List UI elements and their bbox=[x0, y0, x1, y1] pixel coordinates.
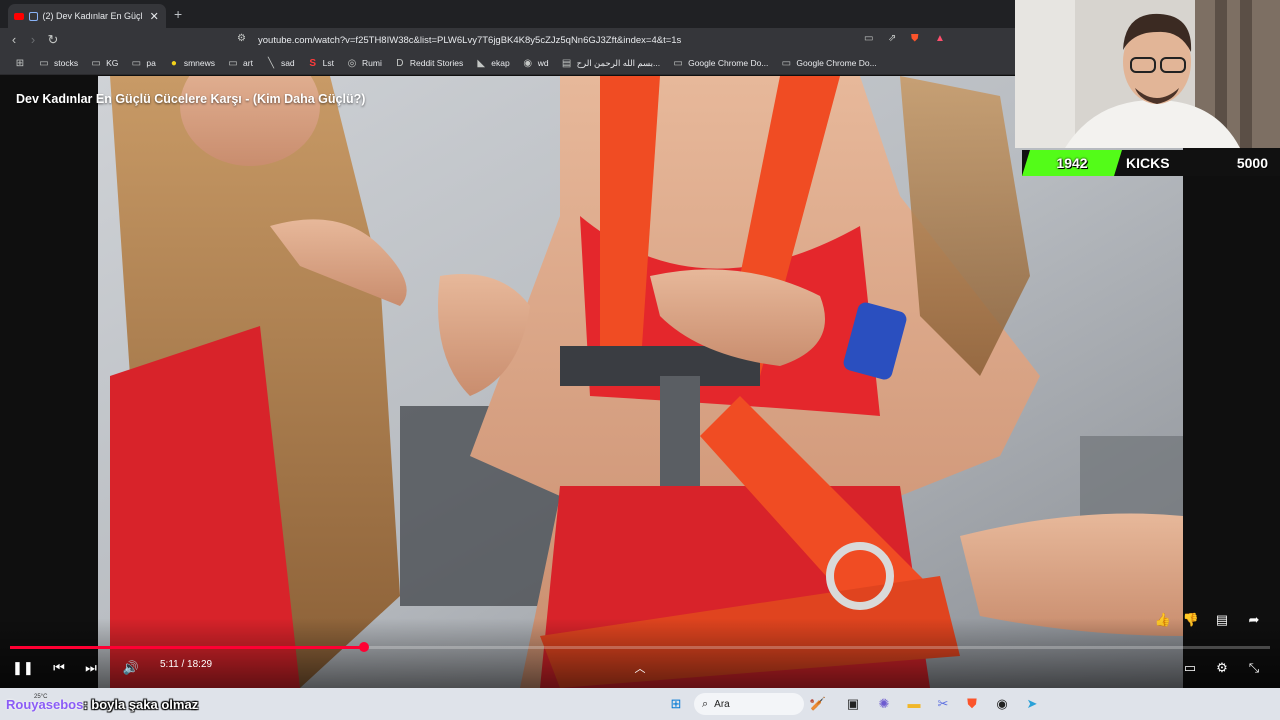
page-icon: ▤ bbox=[561, 57, 572, 69]
browser-tab-strip: (2) Dev Kadınlar En Güçlü Cü... ✕ + bbox=[0, 0, 1015, 28]
bookmark-label: Google Chrome Do... bbox=[688, 58, 769, 68]
s-icon: S bbox=[309, 57, 316, 69]
brave-browser-icon[interactable]: ⛊ bbox=[962, 694, 982, 714]
bookmarks-bar: ⊞ ▭ stocks ▭ KG ▭ pa ● smnews ▭ art ╲ sad S Lst ◎ Rumi D… bbox=[0, 52, 1015, 75]
bookmark-item[interactable]: S Lst bbox=[301, 53, 340, 73]
slash-icon: ╲ bbox=[267, 57, 274, 69]
kicks-count: 1942 bbox=[1022, 150, 1122, 176]
folder-icon: ▭ bbox=[673, 57, 683, 69]
chat-username: Rouyasebos bbox=[6, 697, 84, 712]
screen: (2) Dev Kadınlar En Güçlü Cü... ✕ + ‹ › … bbox=[0, 0, 1280, 720]
volume-icon[interactable]: 🔊 bbox=[121, 659, 141, 677]
globe-icon: ◎ bbox=[347, 57, 357, 69]
bookmark-label: Rumi bbox=[362, 58, 382, 68]
bookmark-label: Lst bbox=[322, 58, 335, 68]
taskbar-search[interactable]: ⌕ Ara bbox=[694, 693, 804, 715]
smnews-icon: ● bbox=[170, 57, 177, 69]
bookmark-item[interactable]: ◣ ekap bbox=[469, 53, 515, 73]
folder-icon: ▭ bbox=[228, 57, 238, 69]
obs-icon[interactable]: ◉ bbox=[992, 694, 1012, 714]
bookmark-item[interactable]: ▭ art bbox=[221, 53, 259, 73]
telegram-icon[interactable]: ➤ bbox=[1022, 694, 1042, 714]
brave-rewards-icon[interactable]: ▲ bbox=[935, 33, 945, 44]
kicks-goal-bar: 1942 KICKS 5000 bbox=[1022, 150, 1280, 176]
folder-icon: ▭ bbox=[131, 57, 142, 69]
bookmark-label: Reddit Stories bbox=[409, 58, 464, 68]
copilot-icon[interactable]: ✺ bbox=[874, 694, 894, 714]
progress-scrubber[interactable] bbox=[359, 642, 370, 652]
chat-message: Rouyasebos: boyla şaka olmaz bbox=[6, 697, 198, 712]
new-tab-icon[interactable]: + bbox=[174, 6, 182, 22]
bookmark-item[interactable]: ╲ sad bbox=[259, 53, 301, 73]
settings-gear-icon[interactable]: ⚙ bbox=[1212, 659, 1232, 677]
cast-icon[interactable]: ▭ bbox=[864, 33, 873, 44]
bookmark-label: wd bbox=[537, 58, 549, 68]
address-url[interactable]: youtube.com/watch?v=f25TH8IW38c&list=PLW… bbox=[258, 35, 681, 46]
bookmark-item[interactable]: D Reddit Stories bbox=[388, 53, 469, 73]
video-title: Dev Kadınlar En Güçlü Cücelere Karşı - (… bbox=[16, 92, 366, 106]
kicks-label: KICKS bbox=[1126, 155, 1170, 171]
bookmark-label: smnews bbox=[183, 58, 216, 68]
bookmark-label: art bbox=[243, 58, 253, 68]
bookmark-item[interactable]: ▭ pa bbox=[124, 53, 161, 73]
folder-icon: ▭ bbox=[39, 57, 49, 69]
share-icon[interactable]: ⇗ bbox=[888, 33, 896, 44]
bookmark-item[interactable]: ◎ Rumi bbox=[340, 53, 388, 73]
browser-toolbar: ‹ › ↻ ⚐ ⚙ youtube.com/watch?v=f25TH8IW38… bbox=[0, 28, 1015, 52]
bookmark-item[interactable]: ▭ KG bbox=[84, 53, 124, 73]
ekap-icon: ◣ bbox=[477, 57, 486, 69]
kicks-goal: 5000 bbox=[1236, 155, 1268, 171]
bookmark-label: stocks bbox=[54, 58, 79, 68]
expand-chevron-icon[interactable]: ︿ bbox=[630, 660, 650, 678]
previous-icon[interactable]: ⏮ bbox=[49, 659, 69, 677]
folder-icon: ▭ bbox=[781, 57, 792, 69]
forward-arrow-icon[interactable]: › bbox=[25, 32, 41, 48]
task-view-icon[interactable]: ▣ bbox=[843, 694, 863, 714]
pause-icon[interactable]: ❚❚ bbox=[12, 659, 34, 677]
folder-icon: ▭ bbox=[91, 57, 101, 69]
bookmark-item[interactable]: ● smnews bbox=[162, 53, 221, 73]
back-arrow-icon[interactable]: ‹ bbox=[6, 32, 22, 48]
next-icon[interactable]: ⏭ bbox=[81, 659, 101, 677]
brave-shield-icon[interactable]: ⛊ bbox=[911, 33, 919, 44]
streamer-webcam bbox=[1015, 0, 1280, 148]
widgets-icon[interactable]: 🏏 bbox=[808, 694, 828, 714]
bookmark-label: Google Chrome Do... bbox=[796, 58, 877, 68]
apps-grid-icon[interactable]: ⊞ bbox=[8, 53, 32, 73]
time-display: 5:11 / 18:29 bbox=[160, 659, 213, 670]
site-info-icon[interactable]: ⚙ bbox=[237, 33, 246, 44]
bookmark-label: pa bbox=[146, 58, 156, 68]
bookmark-label: KG bbox=[106, 58, 119, 68]
progress-bar[interactable] bbox=[10, 642, 1270, 652]
reddit-stories-icon: D bbox=[396, 57, 404, 69]
exit-fullscreen-icon[interactable]: ⤡ bbox=[1244, 659, 1264, 677]
chat-text: : boyla şaka olmaz bbox=[83, 697, 199, 712]
bookmark-item[interactable]: ◉ wd bbox=[516, 53, 555, 73]
bookmark-label: ekap bbox=[491, 58, 510, 68]
progress-played bbox=[10, 646, 365, 649]
snipping-tool-icon[interactable]: ✂ bbox=[933, 694, 953, 714]
bookmark-label: sad bbox=[280, 58, 295, 68]
miniplayer-icon[interactable]: ▭ bbox=[1180, 659, 1200, 677]
taskbar-search-label: Ara bbox=[714, 698, 730, 710]
youtube-favicon-icon bbox=[14, 12, 24, 20]
tab-title: (2) Dev Kadınlar En Güçlü Cü... bbox=[42, 11, 144, 21]
reload-icon[interactable]: ↻ bbox=[45, 32, 61, 48]
bookmark-item[interactable]: ▭ Google Chrome Do... bbox=[774, 53, 882, 73]
bookmark-item[interactable]: ▤ بسم الله الرحمن الرح... bbox=[555, 53, 667, 73]
windows-start-icon[interactable]: ⊞ bbox=[666, 694, 686, 714]
wd-icon: ◉ bbox=[523, 57, 533, 69]
search-icon: ⌕ bbox=[702, 697, 709, 710]
tab-group-icon bbox=[28, 11, 38, 21]
browser-tab-youtube[interactable]: (2) Dev Kadınlar En Güçlü Cü... ✕ bbox=[8, 4, 166, 28]
bookmark-label: بسم الله الرحمن الرح... bbox=[576, 57, 661, 68]
bookmark-item[interactable]: ▭ Google Chrome Do... bbox=[666, 53, 774, 73]
address-bar[interactable]: ⚙ youtube.com/watch?v=f25TH8IW38c&list=P… bbox=[208, 30, 956, 50]
tab-close-icon[interactable]: ✕ bbox=[148, 10, 160, 23]
file-explorer-icon[interactable]: ▬ bbox=[904, 694, 924, 714]
webcam-feed bbox=[1015, 0, 1280, 148]
bookmark-item[interactable]: ▭ stocks bbox=[32, 53, 84, 73]
